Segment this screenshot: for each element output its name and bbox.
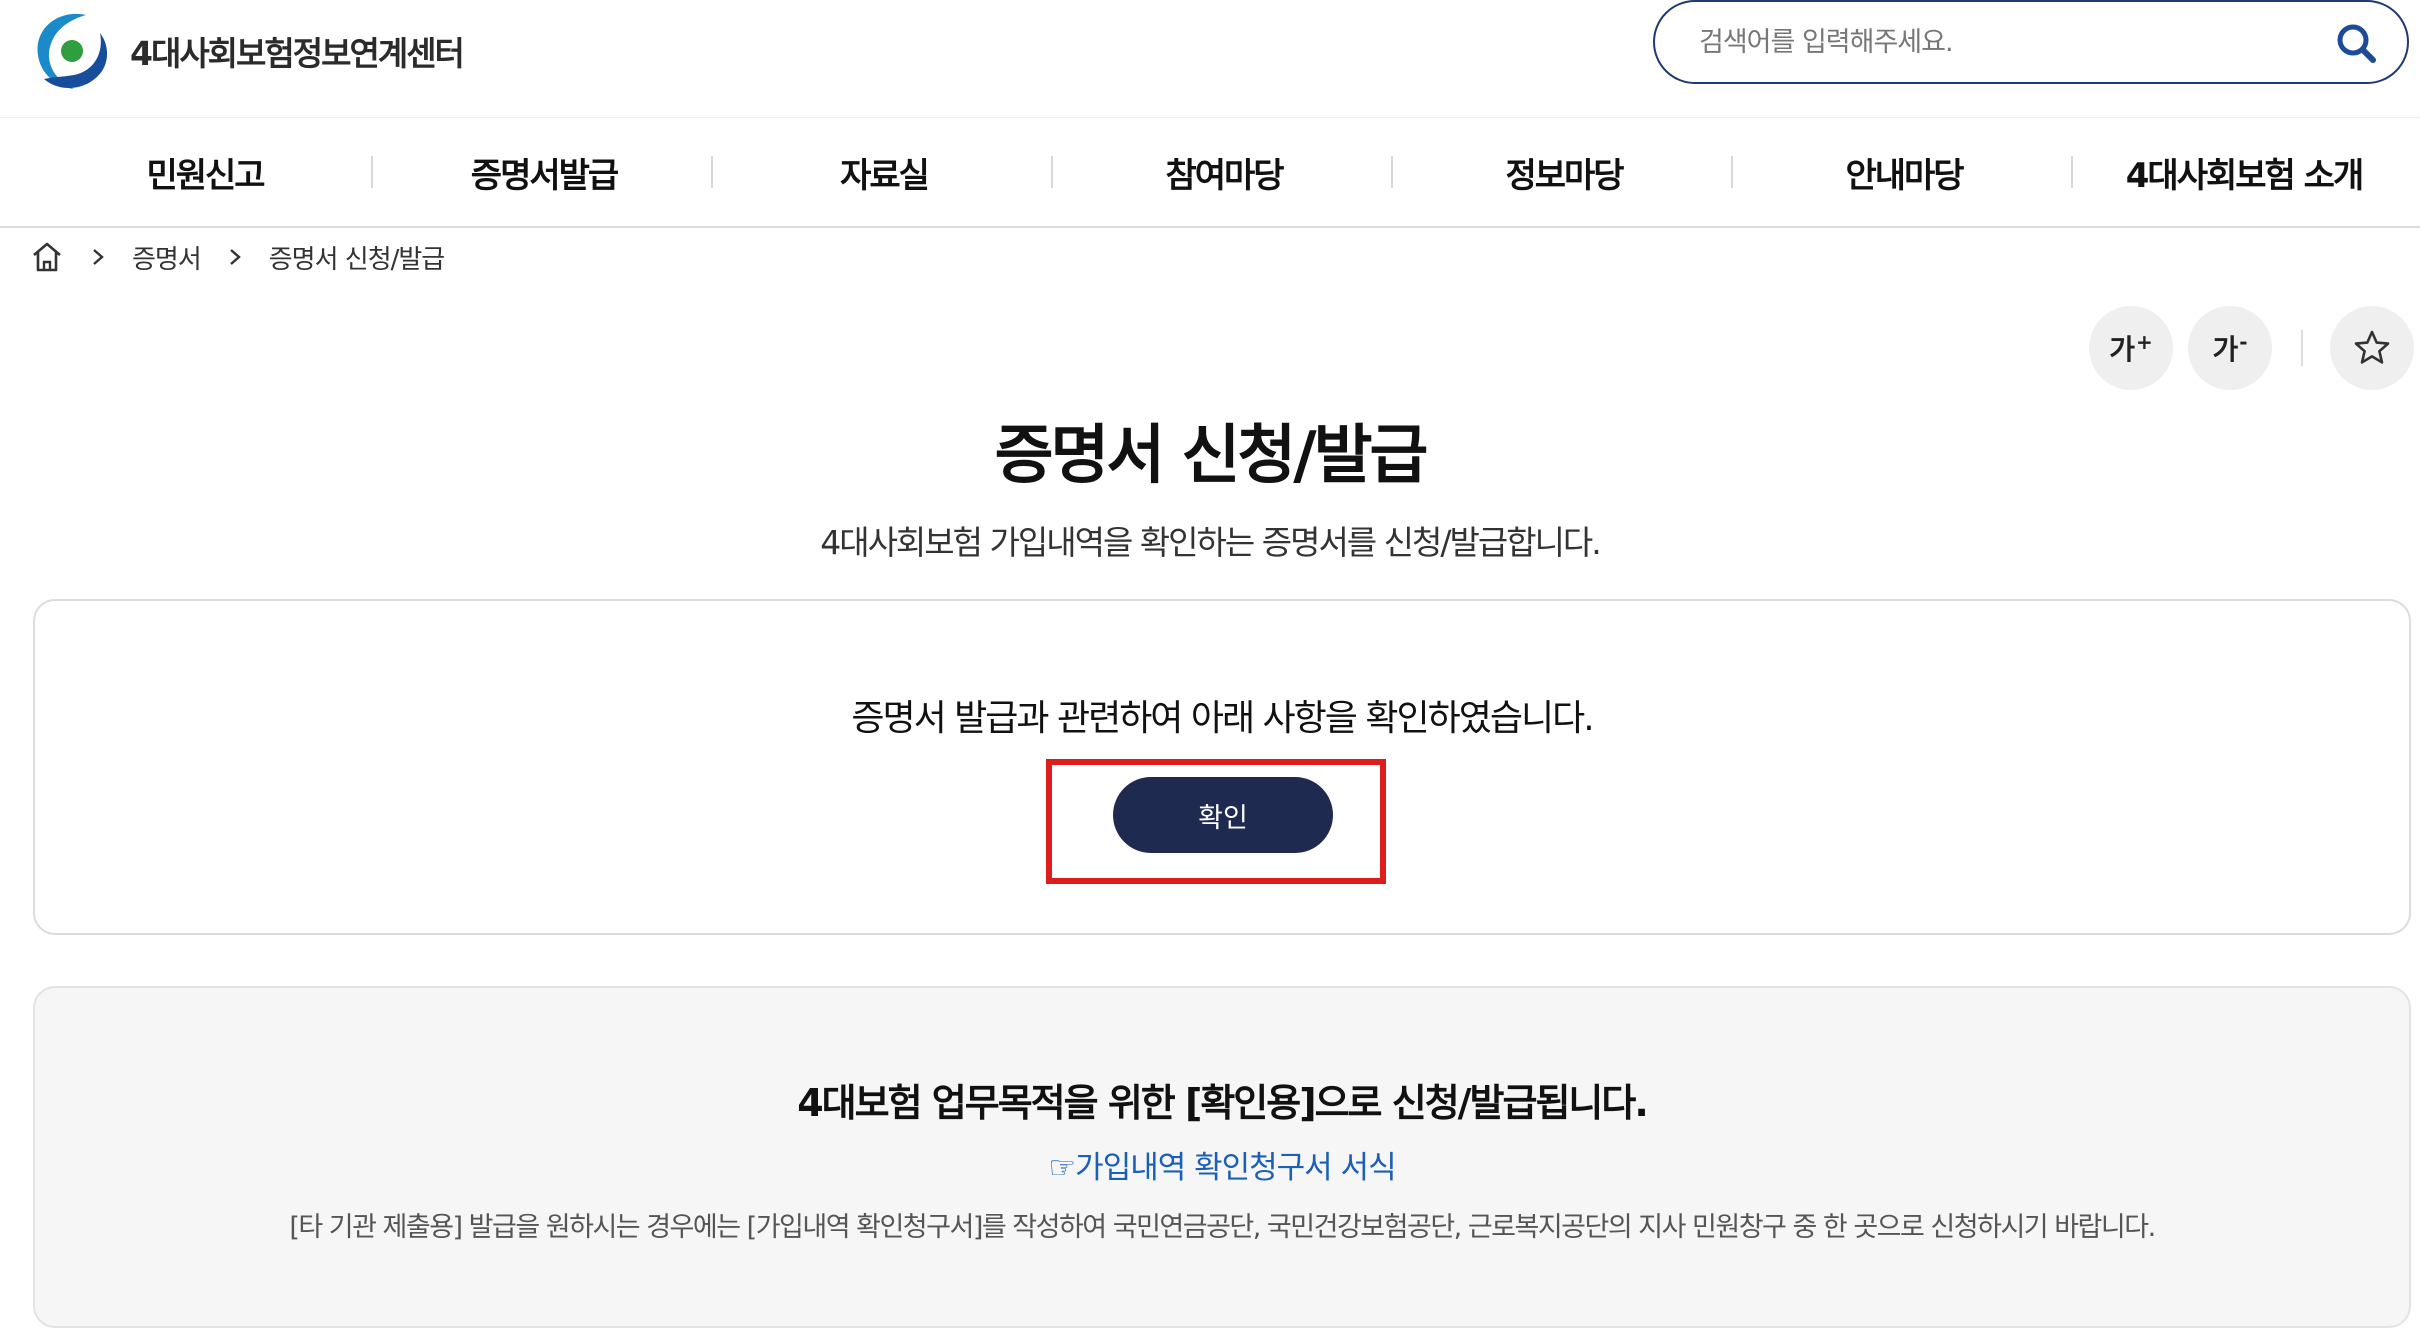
breadcrumb-item-certificate[interactable]: 증명서 (132, 239, 202, 276)
search-bar (1653, 0, 2409, 84)
font-decrease-button[interactable]: 가- (2188, 306, 2272, 390)
main-nav: 민원신고 증명서발급 자료실 참여마당 정보마당 안내마당 4대사회보험 소개 (0, 118, 2420, 228)
star-icon (2354, 330, 2390, 364)
confirm-text: 증명서 발급과 관련하여 아래 사항을 확인하였습니다. (851, 698, 1594, 739)
pointing-hand-icon: ☞ (1048, 1150, 1076, 1186)
confirm-button[interactable]: 확인 (1113, 777, 1333, 853)
site-header: 4대사회보험정보연계센터 (0, 0, 2420, 118)
nav-separator (1051, 156, 1053, 188)
nav-item-archive[interactable]: 자료실 (714, 118, 1054, 226)
font-increase-label: 가 (2109, 333, 2135, 366)
nav-separator (371, 156, 373, 188)
site-logo[interactable]: 4대사회보험정보연계센터 (30, 6, 465, 96)
tools-separator (2301, 330, 2303, 366)
nav-separator (1731, 156, 1733, 188)
info-card: 4대보험 업무목적을 위한 [확인용]으로 신청/발급됩니다. ☞가입내역 확인… (33, 986, 2411, 1328)
logo-emblem-icon (37, 13, 108, 90)
form-download-link[interactable]: ☞가입내역 확인청구서 서식 (35, 1142, 2409, 1187)
nav-item-participation[interactable]: 참여마당 (1054, 118, 1394, 226)
plus-icon: + (2136, 330, 2153, 354)
nav-item-about[interactable]: 4대사회보험 소개 (2074, 118, 2414, 226)
nav-separator (711, 156, 713, 188)
chevron-right-icon (88, 247, 108, 267)
info-description: [타 기관 제출용] 발급을 원하시는 경우에는 [가입내역 확인청구서]를 작… (289, 1212, 2156, 1243)
nav-item-guide[interactable]: 안내마당 (1734, 118, 2074, 226)
form-link-text: 가입내역 확인청구서 서식 (1075, 1150, 1396, 1186)
font-increase-button[interactable]: 가 + (2089, 306, 2173, 390)
nav-separator (2071, 156, 2073, 188)
bookmark-button[interactable] (2330, 306, 2414, 390)
search-icon (2337, 24, 2376, 63)
breadcrumb-item-current: 증명서 신청/발급 (268, 244, 445, 275)
nav-separator (1391, 156, 1393, 188)
page-title: 증명서 신청/발급 (994, 419, 1429, 493)
breadcrumb: 증명서 증명서 신청/발급 (30, 236, 445, 278)
minus-icon: - (2239, 330, 2248, 354)
nav-item-certificate[interactable]: 증명서발급 (374, 118, 714, 226)
page-subtitle: 4대사회보험 가입내역을 확인하는 증명서를 신청/발급합니다. (820, 523, 1602, 562)
info-title: 4대보험 업무목적을 위한 [확인용]으로 신청/발급됩니다. (797, 1081, 1649, 1125)
nav-item-information[interactable]: 정보마당 (1394, 118, 1734, 226)
search-input[interactable] (1697, 25, 2301, 59)
font-decrease-label: 가 (2212, 333, 2239, 366)
search-button[interactable] (2333, 20, 2379, 66)
nav-item-civil-report[interactable]: 민원신고 (35, 118, 375, 226)
chevron-right-icon (225, 247, 245, 267)
home-icon[interactable] (30, 240, 64, 274)
logo-text: 4대사회보험정보연계센터 (130, 34, 465, 73)
